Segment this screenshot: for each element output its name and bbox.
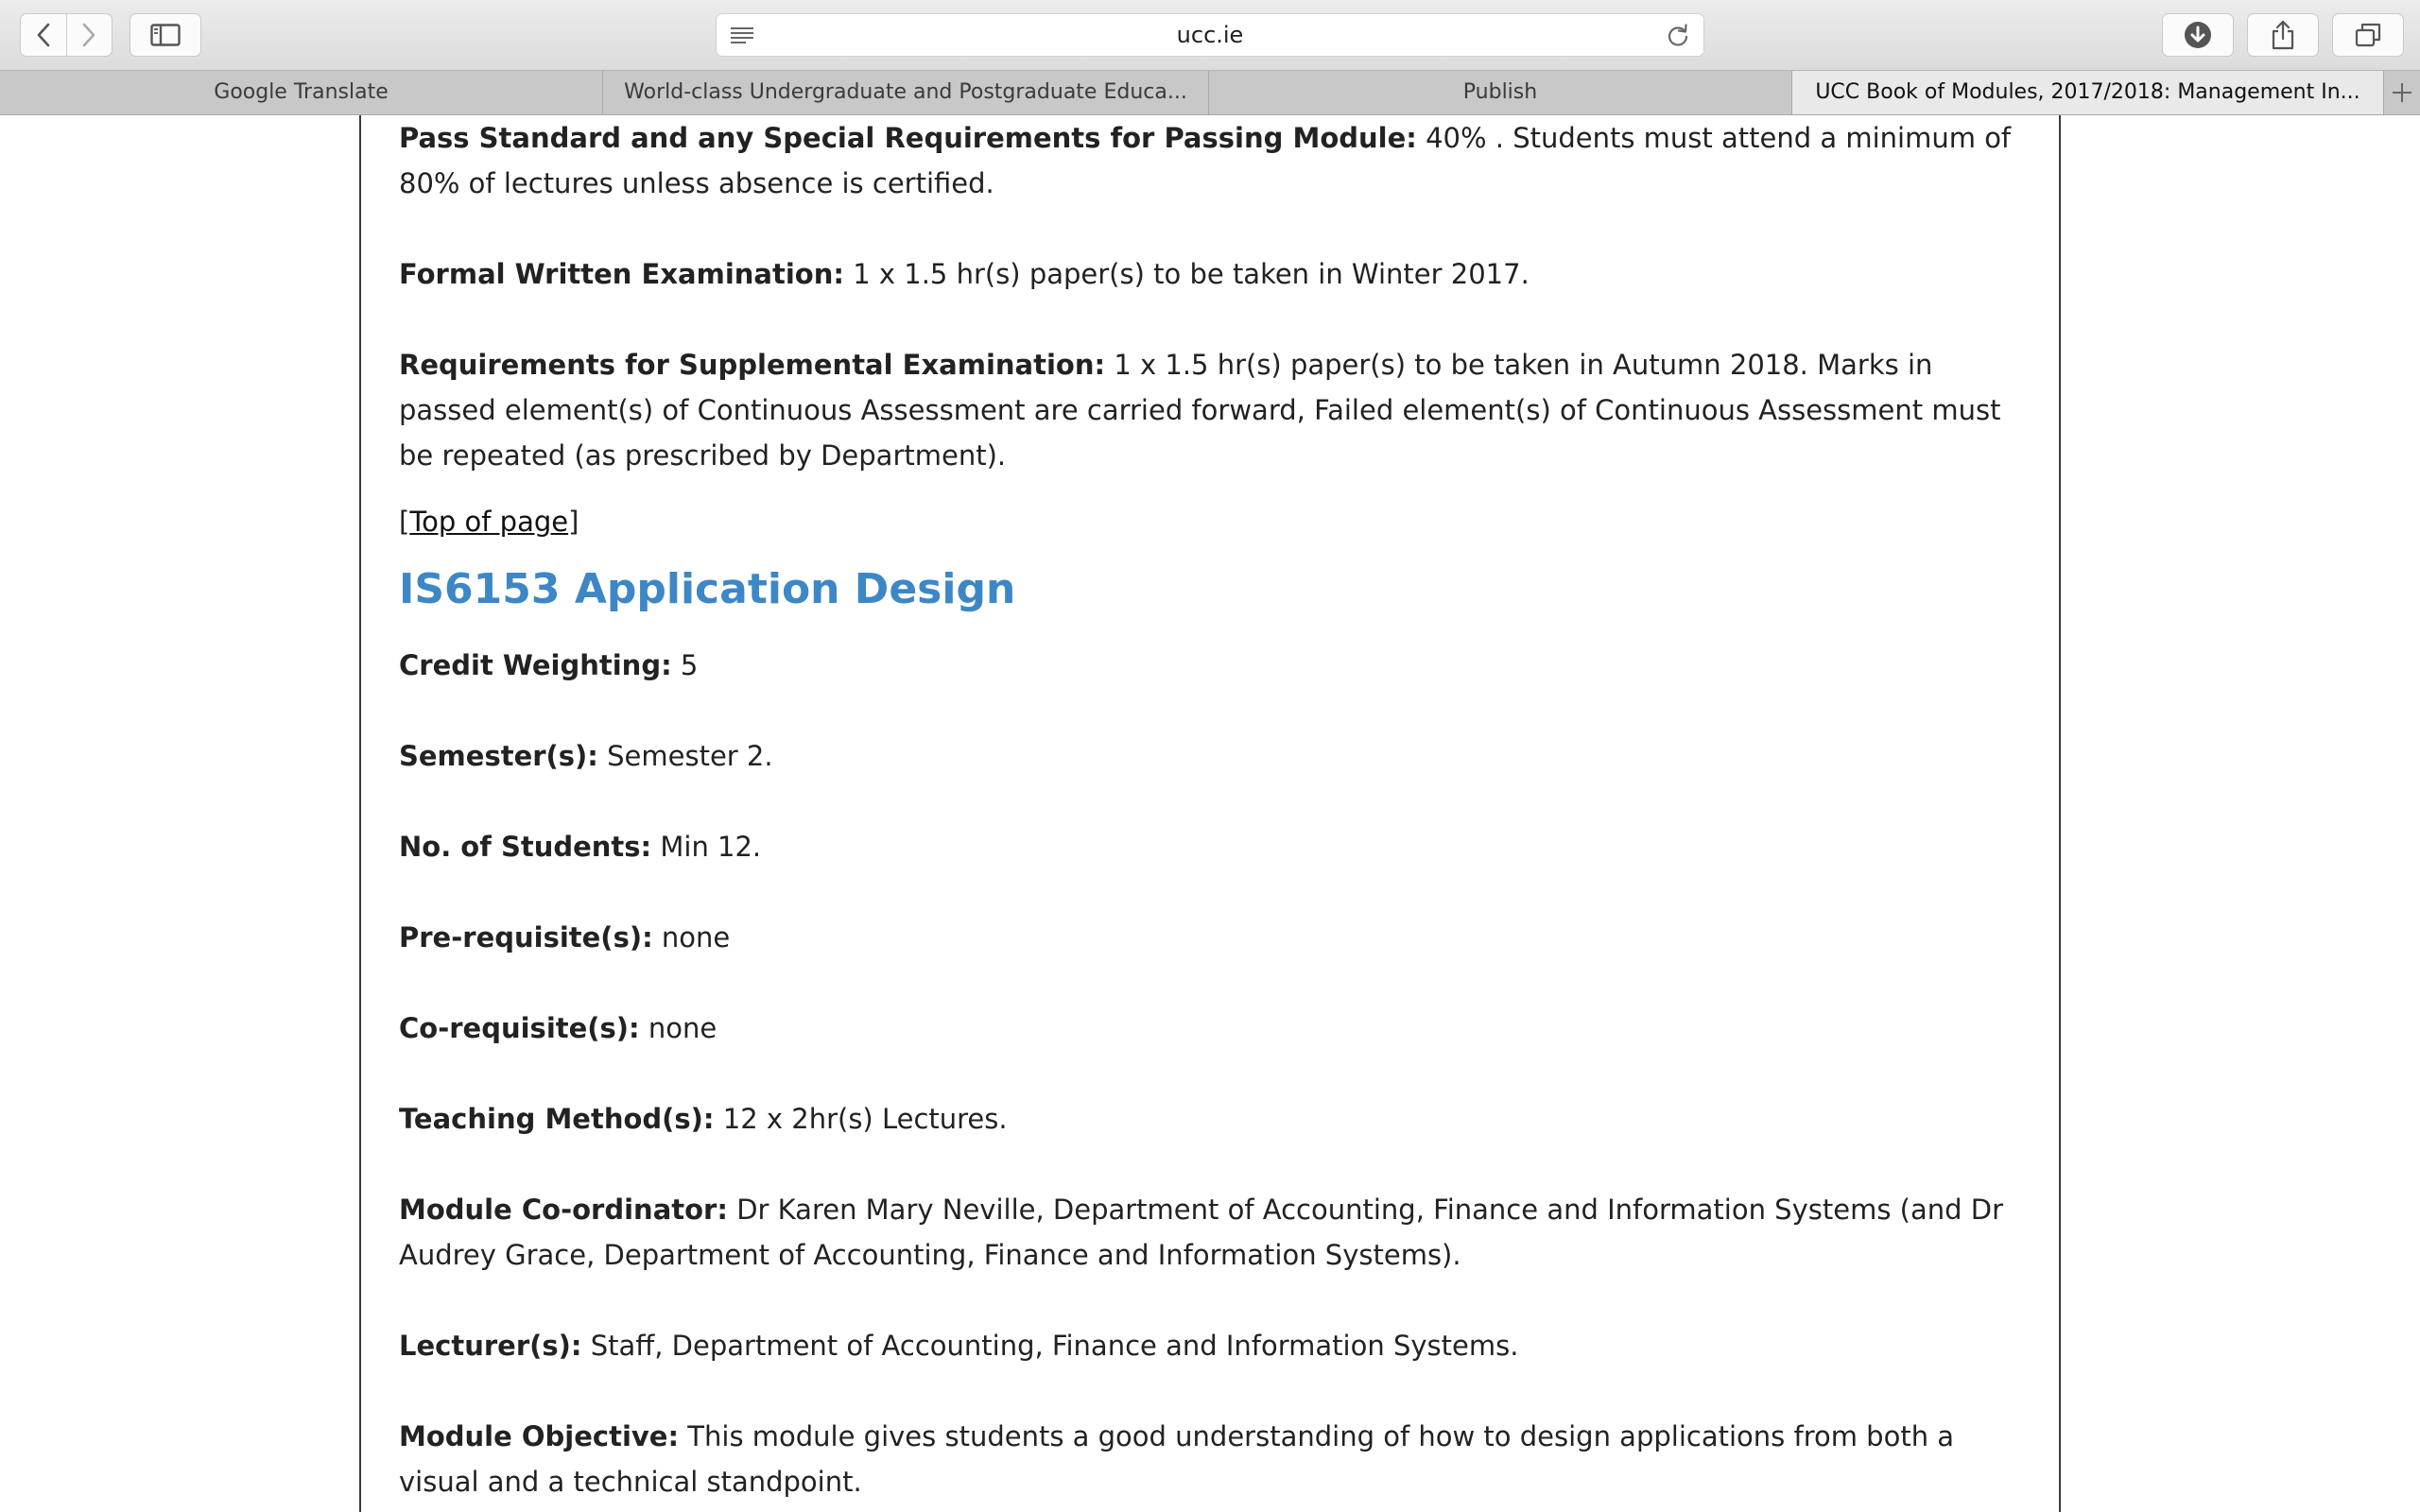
top-of-page-link[interactable]: Top of page (409, 506, 568, 538)
back-icon (37, 23, 50, 47)
teaching-method-label: Teaching Method(s): (399, 1103, 715, 1135)
prerequisite-value: none (661, 921, 731, 954)
module-objective-label: Module Objective: (399, 1420, 680, 1452)
students-label: No. of Students: (399, 831, 652, 863)
new-tab-button[interactable] (2384, 71, 2420, 114)
sidebar-button[interactable] (130, 13, 201, 57)
downloads-button[interactable] (2162, 13, 2234, 57)
formal-exam-value: 1 x 1.5 hr(s) paper(s) to be taken in Wi… (853, 258, 1530, 290)
students-value: Min 12. (660, 831, 762, 863)
tab-overview-button[interactable] (2332, 13, 2404, 57)
formal-exam-label: Formal Written Examination: (399, 258, 844, 290)
module-content-box: Pass Standard and any Special Requiremen… (359, 115, 2061, 1512)
module-coordinator-row: Module Co-ordinator: Dr Karen Mary Nevil… (399, 1187, 2015, 1278)
page-viewport[interactable]: Pass Standard and any Special Requiremen… (0, 115, 2420, 1512)
lecturers-value: Staff, Department of Accounting, Finance… (590, 1330, 1519, 1362)
pass-standard-row: Pass Standard and any Special Requiremen… (399, 115, 2015, 206)
forward-icon (82, 23, 95, 47)
corequisite-value: none (648, 1012, 717, 1044)
tab-google-translate[interactable]: Google Translate (0, 71, 603, 114)
tab-ucc-book-of-modules[interactable]: UCC Book of Modules, 2017/2018: Manageme… (1792, 71, 2384, 114)
supplemental-exam-label: Requirements for Supplemental Examinatio… (399, 349, 1106, 381)
lecturers-label: Lecturer(s): (399, 1330, 582, 1362)
module-title: IS6153 Application Design (399, 565, 1016, 613)
corequisite-row: Co-requisite(s): none (399, 1005, 2015, 1051)
teaching-method-row: Teaching Method(s): 12 x 2hr(s) Lectures… (399, 1096, 2015, 1142)
forward-button[interactable] (65, 14, 112, 56)
top-link-close-bracket: ] (568, 506, 579, 538)
navigation-buttons (20, 13, 112, 57)
url-text[interactable]: ucc.ie (717, 14, 1703, 56)
browser-toolbar: ucc.ie (0, 0, 2420, 70)
prerequisite-row: Pre-requisite(s): none (399, 915, 2015, 960)
semester-label: Semester(s): (399, 740, 598, 772)
tab-bar: Google Translate World-class Undergradua… (0, 70, 2420, 115)
tab-world-class-education[interactable]: World-class Undergraduate and Postgradua… (603, 71, 1209, 114)
sidebar-icon (150, 24, 181, 46)
address-bar[interactable]: ucc.ie (716, 13, 1704, 57)
reload-icon[interactable] (1666, 24, 1690, 48)
tab-publish[interactable]: Publish (1209, 71, 1792, 114)
teaching-method-value: 12 x 2hr(s) Lectures. (722, 1103, 1008, 1135)
credit-weighting-row: Credit Weighting: 5 (399, 643, 2015, 688)
top-of-page-link-row: [Top of page] (399, 499, 579, 544)
tabs-overview-icon (2355, 23, 2381, 47)
module-coordinator-label: Module Co-ordinator: (399, 1194, 728, 1226)
add-tab-icon (2393, 83, 2411, 102)
download-icon (2185, 22, 2211, 48)
back-button[interactable] (21, 14, 66, 56)
semester-value: Semester 2. (607, 740, 773, 772)
credit-weighting-value: 5 (680, 649, 699, 681)
corequisite-label: Co-requisite(s): (399, 1012, 640, 1044)
supplemental-exam-row: Requirements for Supplemental Examinatio… (399, 342, 2015, 478)
formal-exam-row: Formal Written Examination: 1 x 1.5 hr(s… (399, 251, 2015, 297)
share-icon (2272, 20, 2294, 50)
share-button[interactable] (2247, 13, 2319, 57)
lecturers-row: Lecturer(s): Staff, Department of Accoun… (399, 1323, 2015, 1368)
students-row: No. of Students: Min 12. (399, 824, 2015, 869)
top-link-open-bracket: [ (399, 506, 410, 538)
module-objective-row: Module Objective: This module gives stud… (399, 1414, 2015, 1504)
prerequisite-label: Pre-requisite(s): (399, 921, 653, 954)
semester-row: Semester(s): Semester 2. (399, 733, 2015, 779)
credit-weighting-label: Credit Weighting: (399, 649, 672, 681)
pass-standard-label: Pass Standard and any Special Requiremen… (399, 122, 1417, 154)
